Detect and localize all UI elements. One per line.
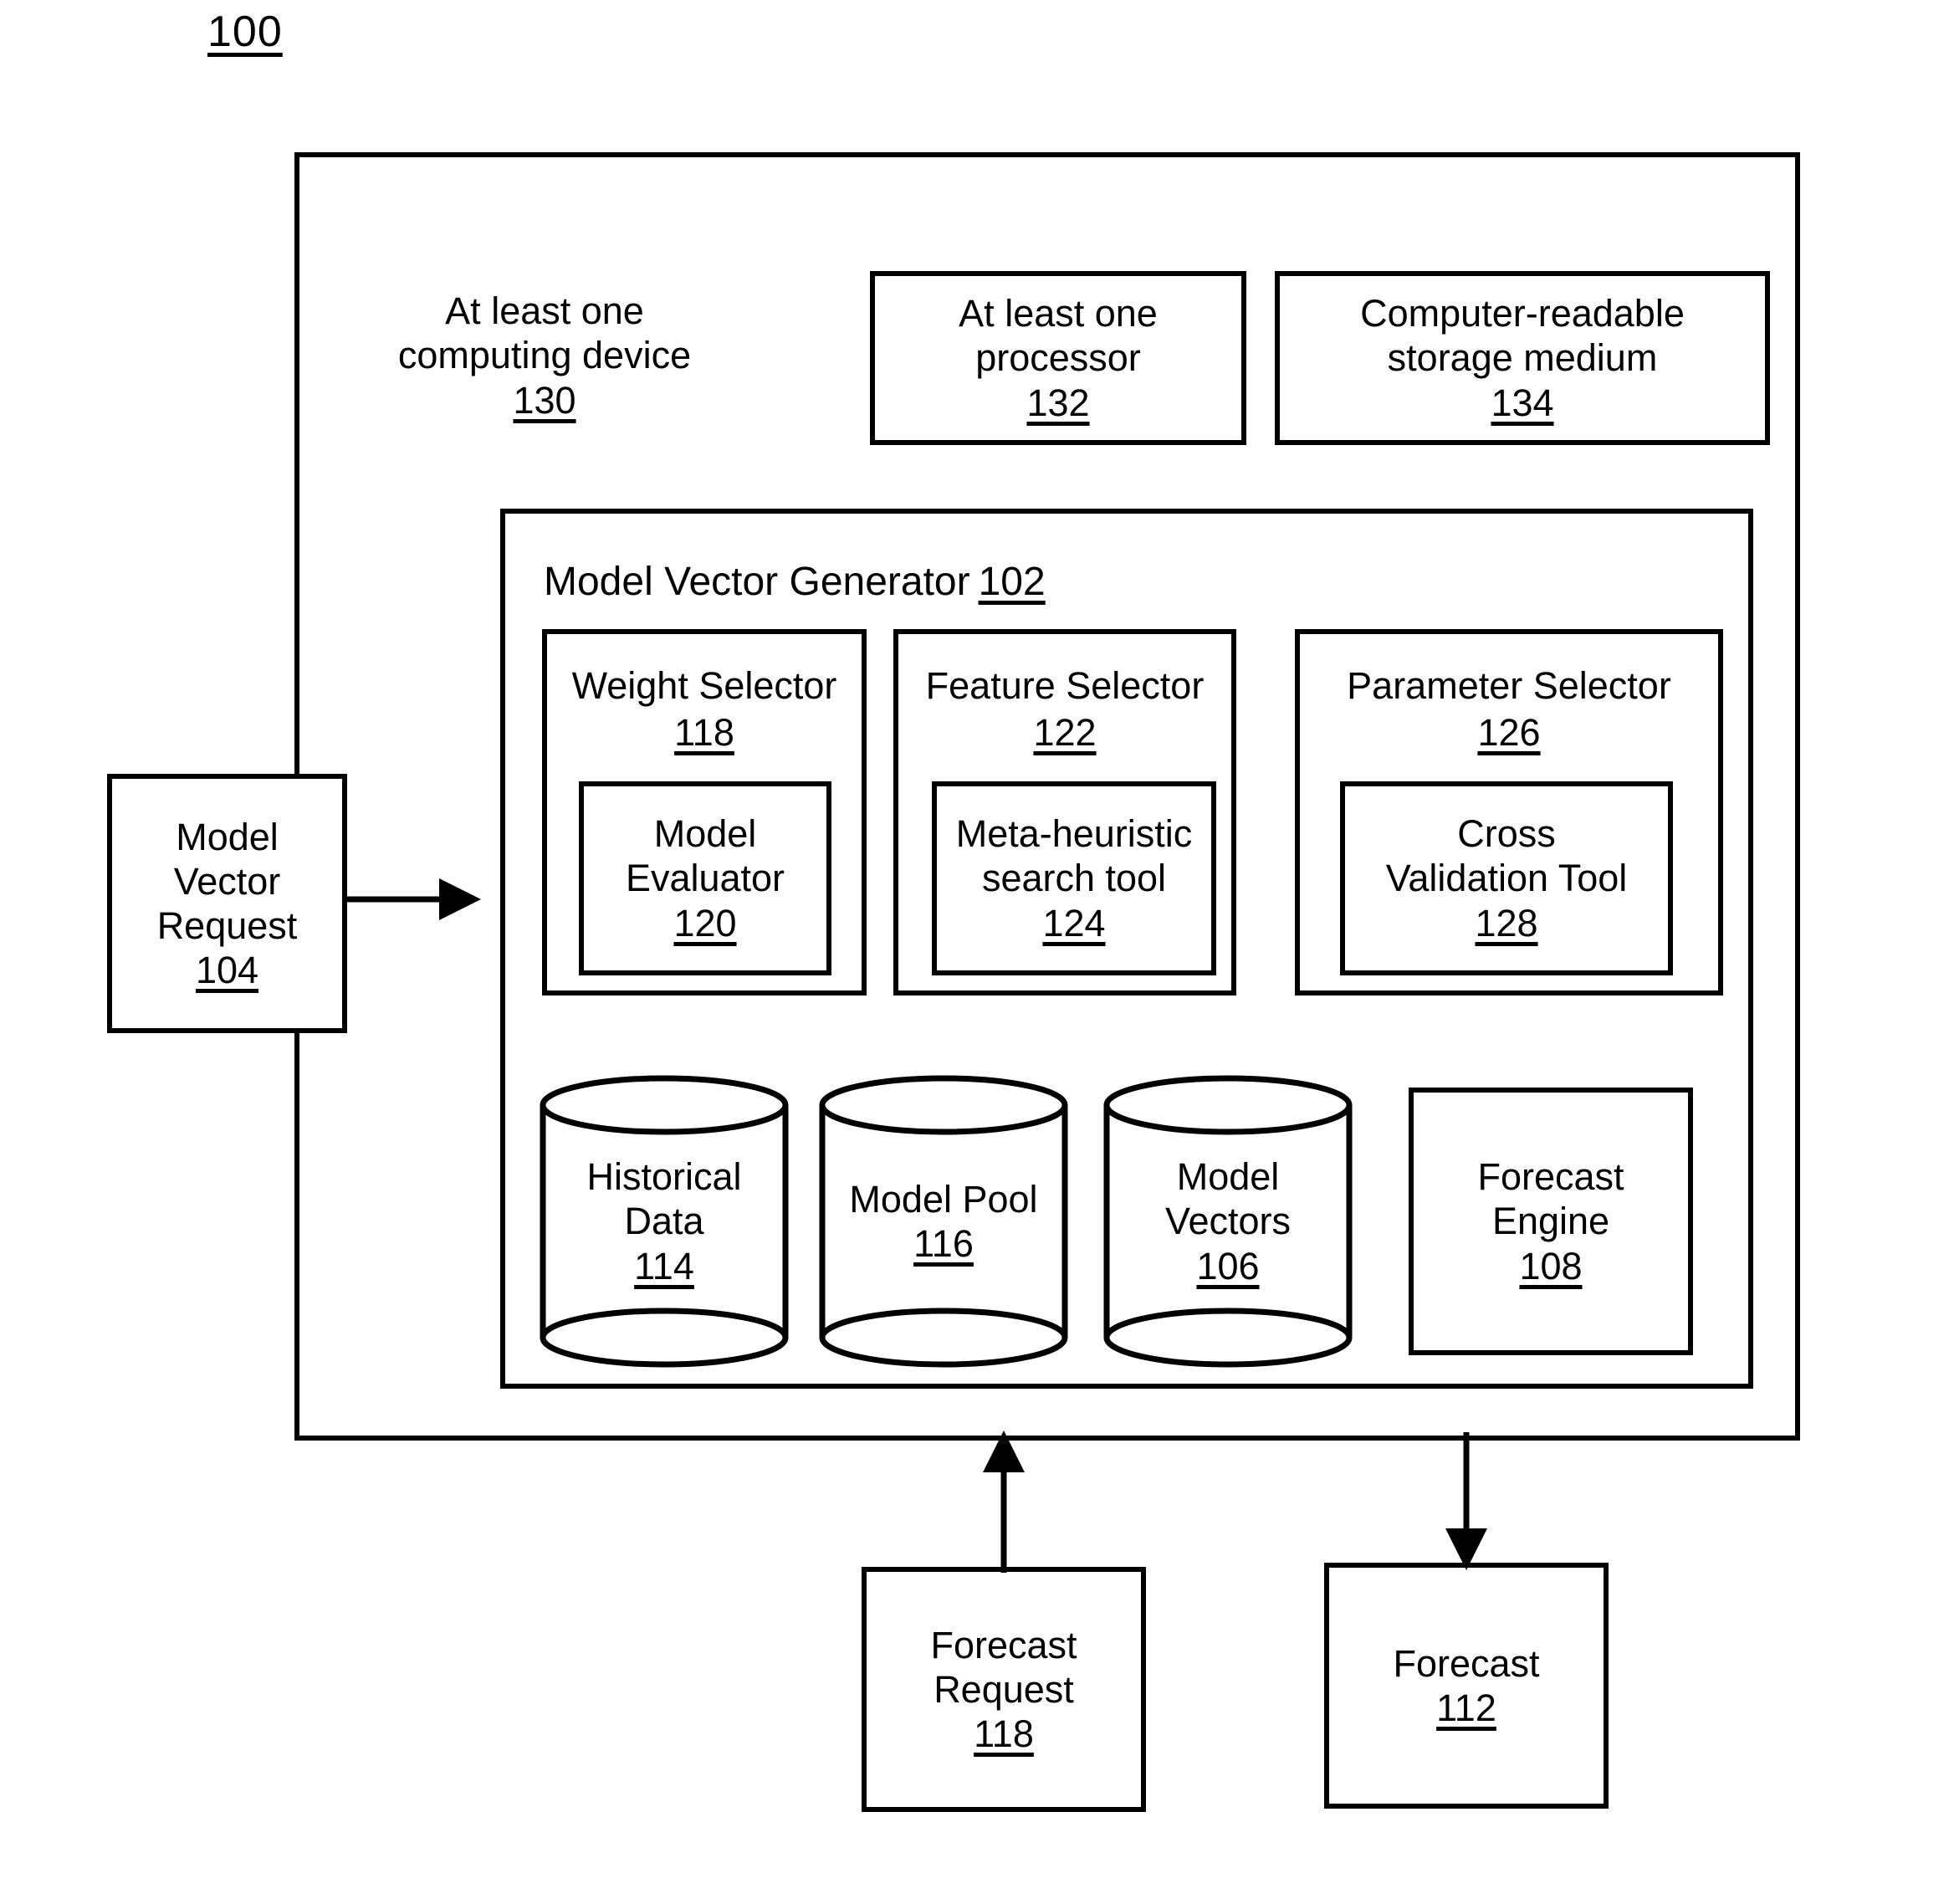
- model-vector-request-line3: Request: [156, 904, 298, 947]
- model-evaluator-ref: 120: [673, 901, 737, 944]
- figure-number: 100: [207, 8, 283, 56]
- parameter-selector-box: Parameter Selector 126 Cross Validation …: [1295, 629, 1723, 996]
- processor-ref: 132: [1026, 381, 1090, 424]
- computing-device-ref: 130: [513, 378, 576, 422]
- storage-line2: storage medium: [1387, 336, 1658, 380]
- model-evaluator-line1: Model: [653, 812, 757, 856]
- cross-validation-line2: Validation Tool: [1385, 857, 1628, 900]
- cross-validation-tool-box: Cross Validation Tool 128: [1340, 781, 1673, 975]
- forecast-engine-ref: 108: [1519, 1244, 1583, 1287]
- model-vector-request-line2: Vector: [173, 859, 281, 903]
- model-vectors-ref: 106: [1196, 1244, 1260, 1287]
- model-evaluator-box: Model Evaluator 120: [579, 781, 831, 975]
- mvg-title-ref: 102: [978, 560, 1046, 604]
- meta-search-line1: Meta-heuristic: [955, 812, 1193, 856]
- model-vector-request-line1: Model: [176, 815, 279, 858]
- model-vector-generator-title: Model Vector Generator 102: [544, 559, 1046, 605]
- feature-selector-header: Feature Selector 122: [898, 664, 1231, 755]
- request-into-system-arrow: [347, 878, 481, 920]
- model-vectors-cylinder: Model Vectors 106: [1102, 1073, 1353, 1369]
- historical-data-text: Historical Data 114: [539, 1073, 790, 1369]
- forecast-output-ref: 112: [1436, 1686, 1496, 1729]
- cross-validation-ref: 128: [1475, 901, 1538, 944]
- historical-data-ref: 114: [634, 1244, 694, 1287]
- feature-selector-ref: 122: [1033, 711, 1097, 754]
- parameter-selector-ref: 126: [1477, 711, 1541, 754]
- mvg-title-text: Model Vector Generator: [544, 560, 970, 604]
- storage-ref: 134: [1491, 381, 1554, 424]
- forecast-engine-box: Forecast Engine 108: [1409, 1088, 1693, 1355]
- forecast-out-of-system-arrow: [1445, 1432, 1487, 1570]
- forecast-output-box: Forecast 112: [1324, 1563, 1609, 1809]
- model-vectors-line1: Model: [1176, 1155, 1280, 1199]
- forecast-engine-line2: Engine: [1491, 1200, 1610, 1243]
- model-vectors-text: Model Vectors 106: [1102, 1073, 1353, 1369]
- forecast-request-line1: Forecast: [930, 1623, 1077, 1666]
- model-pool-ref: 116: [913, 1222, 974, 1265]
- forecast-request-into-system-arrow: [983, 1431, 1025, 1573]
- feature-selector-box: Feature Selector 122 Meta-heuristic sear…: [893, 629, 1236, 996]
- feature-selector-label: Feature Selector: [925, 664, 1205, 707]
- processor-box: At least one processor 132: [870, 271, 1246, 445]
- meta-search-ref: 124: [1042, 901, 1106, 944]
- weight-selector-label: Weight Selector: [571, 664, 837, 707]
- parameter-selector-label: Parameter Selector: [1347, 664, 1671, 707]
- model-pool-cylinder: Model Pool 116: [818, 1073, 1069, 1369]
- historical-data-cylinder: Historical Data 114: [539, 1073, 790, 1369]
- meta-heuristic-search-tool-box: Meta-heuristic search tool 124: [932, 781, 1216, 975]
- forecast-output-line1: Forecast: [1393, 1641, 1540, 1685]
- computing-device-line2: computing device: [397, 334, 692, 377]
- computing-device-line1: At least one: [445, 289, 644, 333]
- meta-search-line2: search tool: [981, 857, 1167, 900]
- weight-selector-box: Weight Selector 118 Model Evaluator 120: [542, 629, 867, 996]
- forecast-request-box: Forecast Request 118: [862, 1567, 1146, 1812]
- forecast-request-line2: Request: [934, 1667, 1074, 1711]
- forecast-request-ref: 118: [974, 1712, 1034, 1756]
- storage-medium-box: Computer-readable storage medium 134: [1275, 271, 1770, 445]
- model-evaluator-line2: Evaluator: [625, 857, 785, 900]
- processor-line1: At least one: [959, 292, 1158, 335]
- weight-selector-header: Weight Selector 118: [547, 664, 862, 755]
- model-vector-request-ref: 104: [195, 949, 259, 992]
- forecast-engine-line1: Forecast: [1477, 1155, 1624, 1199]
- cross-validation-line1: Cross: [1457, 812, 1556, 856]
- model-vector-request-box: Model Vector Request 104: [107, 774, 347, 1033]
- historical-data-line2: Data: [624, 1200, 704, 1243]
- computing-device-label: At least one computing device 130: [348, 276, 741, 435]
- weight-selector-ref: 118: [674, 711, 734, 754]
- processor-line2: processor: [975, 336, 1141, 380]
- model-pool-text: Model Pool 116: [818, 1073, 1069, 1369]
- historical-data-line1: Historical: [586, 1155, 742, 1199]
- model-vectors-line2: Vectors: [1164, 1200, 1292, 1243]
- storage-line1: Computer-readable: [1360, 292, 1685, 335]
- model-pool-line1: Model Pool: [849, 1177, 1038, 1221]
- parameter-selector-header: Parameter Selector 126: [1300, 664, 1718, 755]
